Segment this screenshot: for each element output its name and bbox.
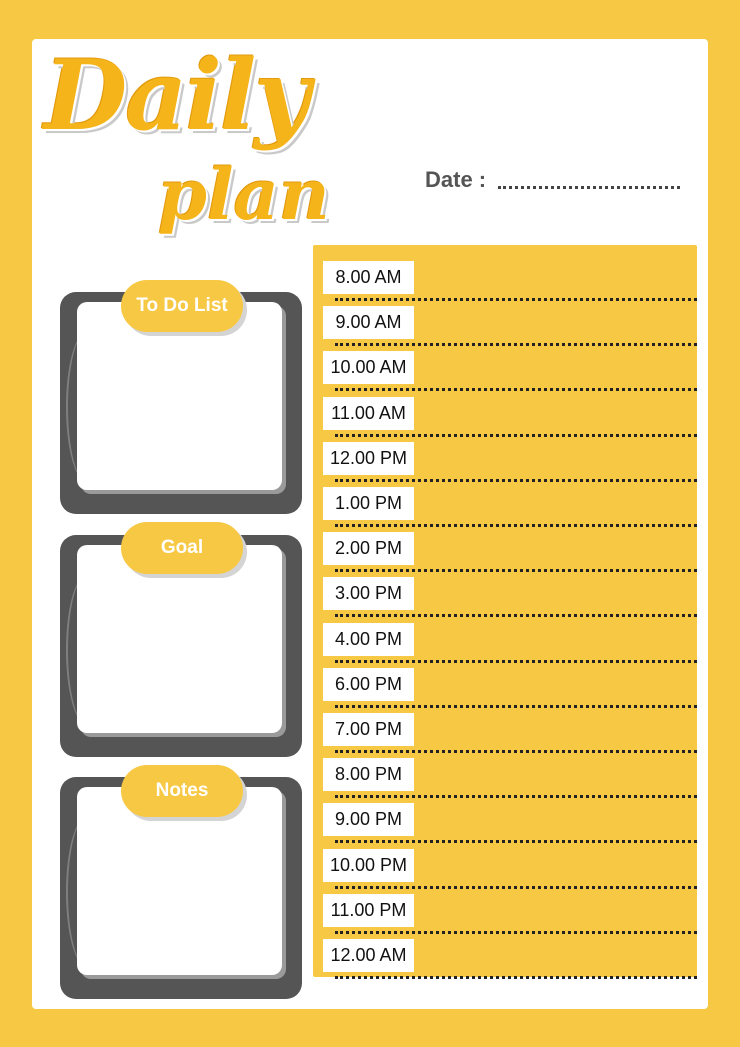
time-label: 2.00 PM: [323, 532, 414, 566]
time-slot-entry-line[interactable]: [335, 614, 697, 618]
time-slot-entry-line[interactable]: [335, 976, 697, 979]
time-label: 3.00 PM: [323, 577, 414, 611]
time-label: 7.00 PM: [323, 713, 414, 746]
time-slot-entry-line[interactable]: [335, 750, 697, 753]
notes-tab: Notes: [121, 765, 243, 817]
time-slot-entry-line[interactable]: [335, 659, 697, 663]
time-slot-entry-line[interactable]: [335, 795, 697, 799]
time-slot-entry-line[interactable]: [335, 388, 697, 392]
time-label: 9.00 PM: [323, 803, 414, 837]
time-slot-entry-line[interactable]: [335, 524, 697, 527]
time-label: 10.00 AM: [323, 351, 414, 385]
time-label: 12.00 AM: [323, 939, 414, 972]
time-slot-entry-line[interactable]: [335, 569, 697, 573]
date-field[interactable]: [498, 186, 680, 189]
goal-tab: Goal: [121, 522, 243, 574]
time-label: 11.00 PM: [323, 893, 414, 927]
time-slot-entry-line[interactable]: [335, 478, 697, 482]
time-slot-entry-line[interactable]: [335, 298, 697, 301]
todo-tab: To Do List: [121, 280, 243, 332]
time-label: 10.00 PM: [323, 848, 414, 882]
time-label: 6.00 PM: [323, 667, 414, 701]
hourly-schedule: 8.00 AM 9.00 AM 10.00 AM 11.00 AM 12.00 PM 1.…: [313, 245, 697, 979]
time-label: 1.00 PM: [323, 487, 414, 520]
date-label: Date :: [425, 167, 487, 192]
time-slot-entry-line[interactable]: [335, 840, 697, 844]
time-label: 4.00 PM: [323, 622, 414, 656]
time-slot-entry-line[interactable]: [335, 930, 697, 934]
time-slot-entry-line[interactable]: [335, 704, 697, 708]
time-label: 8.00 AM: [323, 261, 414, 294]
title-daily: Daily: [44, 39, 310, 152]
time-label: 8.00 PM: [323, 758, 414, 792]
time-slot-entry-line[interactable]: [335, 343, 697, 347]
time-label: 11.00 AM: [323, 396, 414, 430]
title-plan: plan: [158, 153, 330, 236]
time-slot-entry-line[interactable]: [335, 433, 697, 437]
time-label: 12.00 PM: [323, 441, 414, 475]
time-slot-entry-line[interactable]: [335, 885, 697, 889]
time-label: 9.00 AM: [323, 306, 414, 340]
